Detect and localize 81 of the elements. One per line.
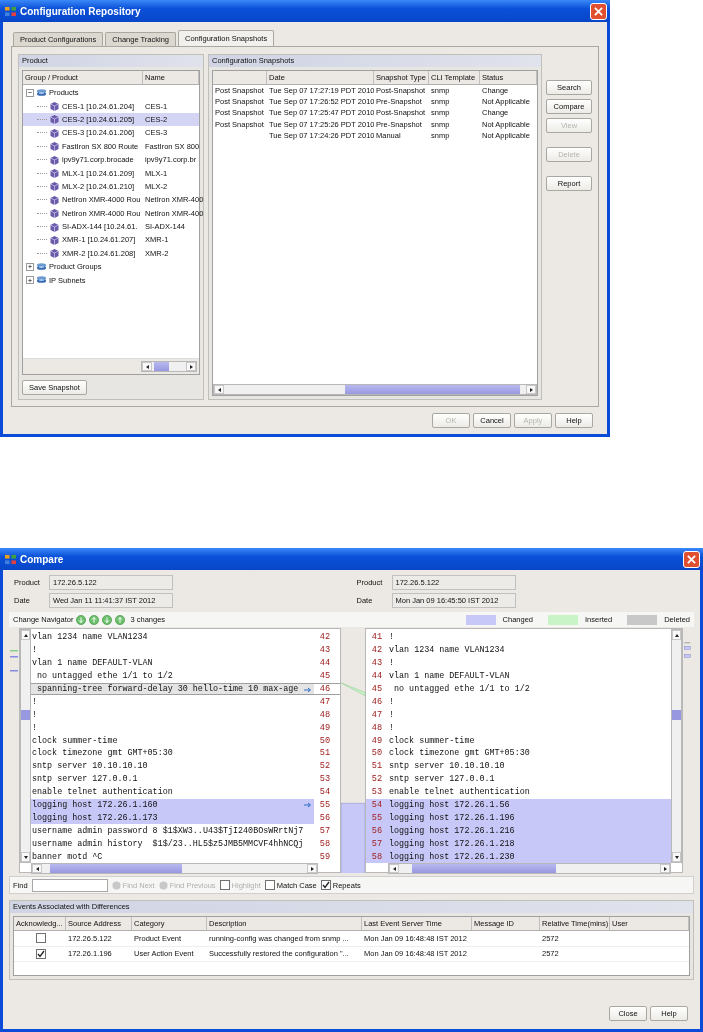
previous-change-button[interactable] xyxy=(89,614,100,625)
code-line: enable telnet authentication xyxy=(31,786,174,799)
find-field[interactable] xyxy=(31,878,108,892)
window-title: Compare xyxy=(20,553,65,565)
code-line: sntp server 127.0.0.1 xyxy=(388,773,496,786)
device-icon xyxy=(49,127,60,138)
code-line: vlan 1 name DEFAULT-VLAN xyxy=(388,670,511,683)
close-icon xyxy=(687,554,696,564)
collapse-toggle[interactable] xyxy=(26,88,34,97)
close-button[interactable] xyxy=(683,550,700,568)
code-line: ! xyxy=(388,721,396,735)
arrow-icon xyxy=(304,686,312,693)
network-icon xyxy=(36,87,47,98)
expand-toggle[interactable] xyxy=(26,262,34,271)
code-line: ! xyxy=(388,695,396,709)
device-icon xyxy=(49,101,60,112)
code-line: username admin history $1$/23..HL5$z5JMB5MMCVF4hhNCQj xyxy=(31,837,305,851)
code-line: sntp server 10.10.10.10 xyxy=(31,760,149,773)
network-icon xyxy=(36,261,47,272)
network-icon xyxy=(36,275,47,286)
expand-toggle[interactable] xyxy=(26,276,34,285)
next-change-button[interactable] xyxy=(102,614,113,625)
horizontal-scrollbar[interactable] xyxy=(213,384,537,395)
change-overview-drawing xyxy=(684,642,691,658)
window-title: Configuration Repository xyxy=(20,5,142,17)
device-icon xyxy=(49,221,60,232)
code-line: clock timezone gmt GMT+05:30 xyxy=(31,747,174,760)
checkmark-icon xyxy=(37,949,45,958)
code-line: no untagged ethe 1/1 to 1/2 xyxy=(393,683,531,696)
code-line: sntp server 127.0.0.1 xyxy=(31,773,139,786)
circle-icon xyxy=(158,880,168,890)
code-line: vlan 1 name DEFAULT-VLAN xyxy=(31,657,154,670)
checkmark-icon xyxy=(321,881,330,889)
next-change-button[interactable] xyxy=(76,614,87,625)
close-icon xyxy=(594,6,603,16)
horizontal-scrollbar[interactable] xyxy=(31,863,318,875)
code-line: banner motd ^C xyxy=(31,850,104,864)
arrow-icon xyxy=(304,801,312,808)
code-line: no untagged ethe 1/1 to 1/2 xyxy=(36,670,174,683)
circle-icon xyxy=(111,880,121,890)
plus-icon xyxy=(27,276,33,284)
line-number: 56 xyxy=(366,824,388,838)
horizontal-scrollbar[interactable] xyxy=(388,863,671,875)
horizontal-scrollbar[interactable] xyxy=(141,361,197,372)
code-line: ! xyxy=(388,631,396,644)
code-line: vlan 1234 name VLAN1234 xyxy=(388,644,506,657)
acknowledge-checkbox[interactable] xyxy=(36,948,46,959)
app-icon xyxy=(5,5,16,17)
line-number: 58 xyxy=(366,850,388,864)
line-number: 57 xyxy=(366,837,388,851)
code-line: ! xyxy=(388,657,396,670)
device-icon xyxy=(49,194,60,205)
code-line: ! xyxy=(31,644,39,657)
device-icon xyxy=(49,114,60,125)
device-icon xyxy=(49,168,60,179)
app-icon xyxy=(5,553,16,565)
code-line: vlan 1234 name VLAN1234 xyxy=(31,631,149,644)
line-number: 55 xyxy=(366,811,388,825)
code-line: ! xyxy=(388,708,396,722)
device-icon xyxy=(49,181,60,192)
code-line: clock summer-time xyxy=(31,734,119,747)
device-icon xyxy=(49,248,60,259)
vertical-scrollbar[interactable] xyxy=(20,629,31,864)
code-line: ! xyxy=(31,721,39,735)
previous-change-button[interactable] xyxy=(115,614,126,625)
code-line: enable telnet authentication xyxy=(388,786,531,799)
code-line: ! xyxy=(31,708,39,722)
plus-icon xyxy=(27,263,33,271)
vertical-scrollbar[interactable] xyxy=(671,629,682,864)
code-line: clock summer-time xyxy=(388,734,476,747)
close-button[interactable] xyxy=(590,2,607,20)
device-icon xyxy=(49,208,60,219)
device-icon xyxy=(49,154,60,165)
device-icon xyxy=(49,235,60,245)
code-line: username admin password 8 $1$XW3..U43$TjI240BOsWRrtNj7 xyxy=(31,824,305,838)
code-line: clock timezone gmt GMT+05:30 xyxy=(388,747,531,760)
acknowledge-checkbox[interactable] xyxy=(36,933,46,944)
change-marker-drawing xyxy=(10,650,18,672)
code-line: ! xyxy=(31,695,39,709)
code-line: sntp server 10.10.10.10 xyxy=(388,760,506,773)
device-icon xyxy=(49,141,60,152)
